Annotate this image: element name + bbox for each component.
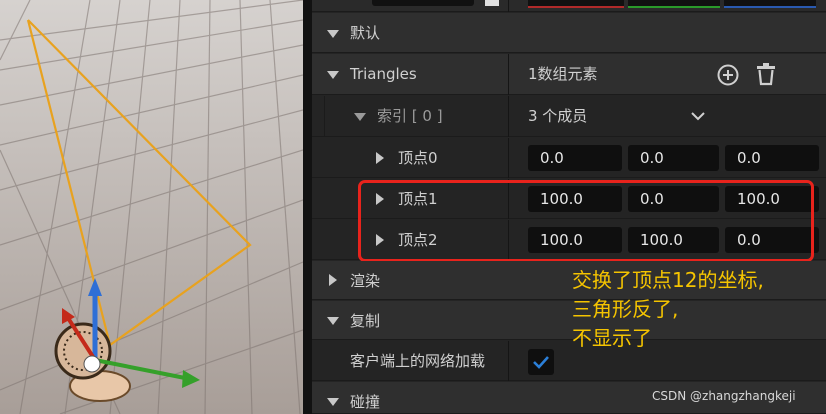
vertex-y-field[interactable]: 0.0 bbox=[628, 145, 719, 171]
partial-color-b bbox=[724, 0, 816, 8]
chevron-down-icon bbox=[354, 113, 366, 121]
section-default-label: 默认 bbox=[350, 24, 381, 42]
index-row[interactable]: 索引 [ 0 ] 3 个成员 bbox=[312, 96, 826, 137]
delete-icon[interactable] bbox=[755, 62, 777, 86]
section-default[interactable]: 默认 bbox=[312, 13, 826, 53]
annotation-line-3: 不显示了 bbox=[572, 326, 652, 350]
partial-row-top bbox=[312, 0, 826, 12]
partial-color-r bbox=[528, 0, 624, 8]
partial-color-g bbox=[628, 0, 720, 8]
net-load-checkbox[interactable] bbox=[528, 349, 554, 375]
checkmark-icon bbox=[533, 356, 549, 369]
panel-divider[interactable] bbox=[303, 0, 312, 414]
annotation-line-2: 三角形反了, bbox=[572, 297, 679, 321]
vertex-label: 顶点0 bbox=[398, 149, 438, 167]
section-collision-label: 碰撞 bbox=[350, 393, 381, 411]
section-replication-label: 复制 bbox=[350, 312, 381, 330]
section-triangles[interactable]: Triangles 1数组元素 bbox=[312, 54, 826, 95]
index-label: 索引 [ 0 ] bbox=[377, 107, 443, 125]
highlight-box bbox=[358, 180, 814, 262]
vertex-row-0[interactable]: 顶点0 0.0 0.0 0.0 bbox=[312, 138, 826, 178]
chevron-down-icon bbox=[327, 30, 339, 38]
net-load-label: 客户端上的网络加载 bbox=[350, 352, 486, 370]
index-members: 3 个成员 bbox=[528, 107, 588, 125]
array-count: 1数组元素 bbox=[528, 65, 598, 83]
watermark: CSDN @zhangzhangkeji bbox=[652, 389, 796, 403]
annotation-text: 交换了顶点12的坐标, 三角形反了, 不显示了 bbox=[572, 266, 764, 353]
vertex-x-field[interactable]: 0.0 bbox=[528, 145, 622, 171]
chevron-down-icon bbox=[327, 317, 339, 325]
partial-field bbox=[372, 0, 474, 6]
section-render-label: 渲染 bbox=[350, 272, 381, 290]
chevron-right-icon bbox=[376, 152, 384, 164]
add-icon[interactable] bbox=[716, 63, 740, 87]
partial-checkbox bbox=[485, 0, 499, 6]
viewport-scene bbox=[0, 0, 303, 414]
annotation-line-1: 交换了顶点12的坐标, bbox=[572, 268, 764, 292]
chevron-down-icon[interactable] bbox=[691, 111, 705, 121]
chevron-down-icon bbox=[327, 71, 339, 79]
chevron-down-icon bbox=[327, 398, 339, 406]
triangles-label: Triangles bbox=[350, 65, 417, 83]
vertex-z-field[interactable]: 0.0 bbox=[725, 145, 819, 171]
3d-viewport[interactable] bbox=[0, 0, 303, 414]
chevron-right-icon bbox=[329, 274, 337, 286]
